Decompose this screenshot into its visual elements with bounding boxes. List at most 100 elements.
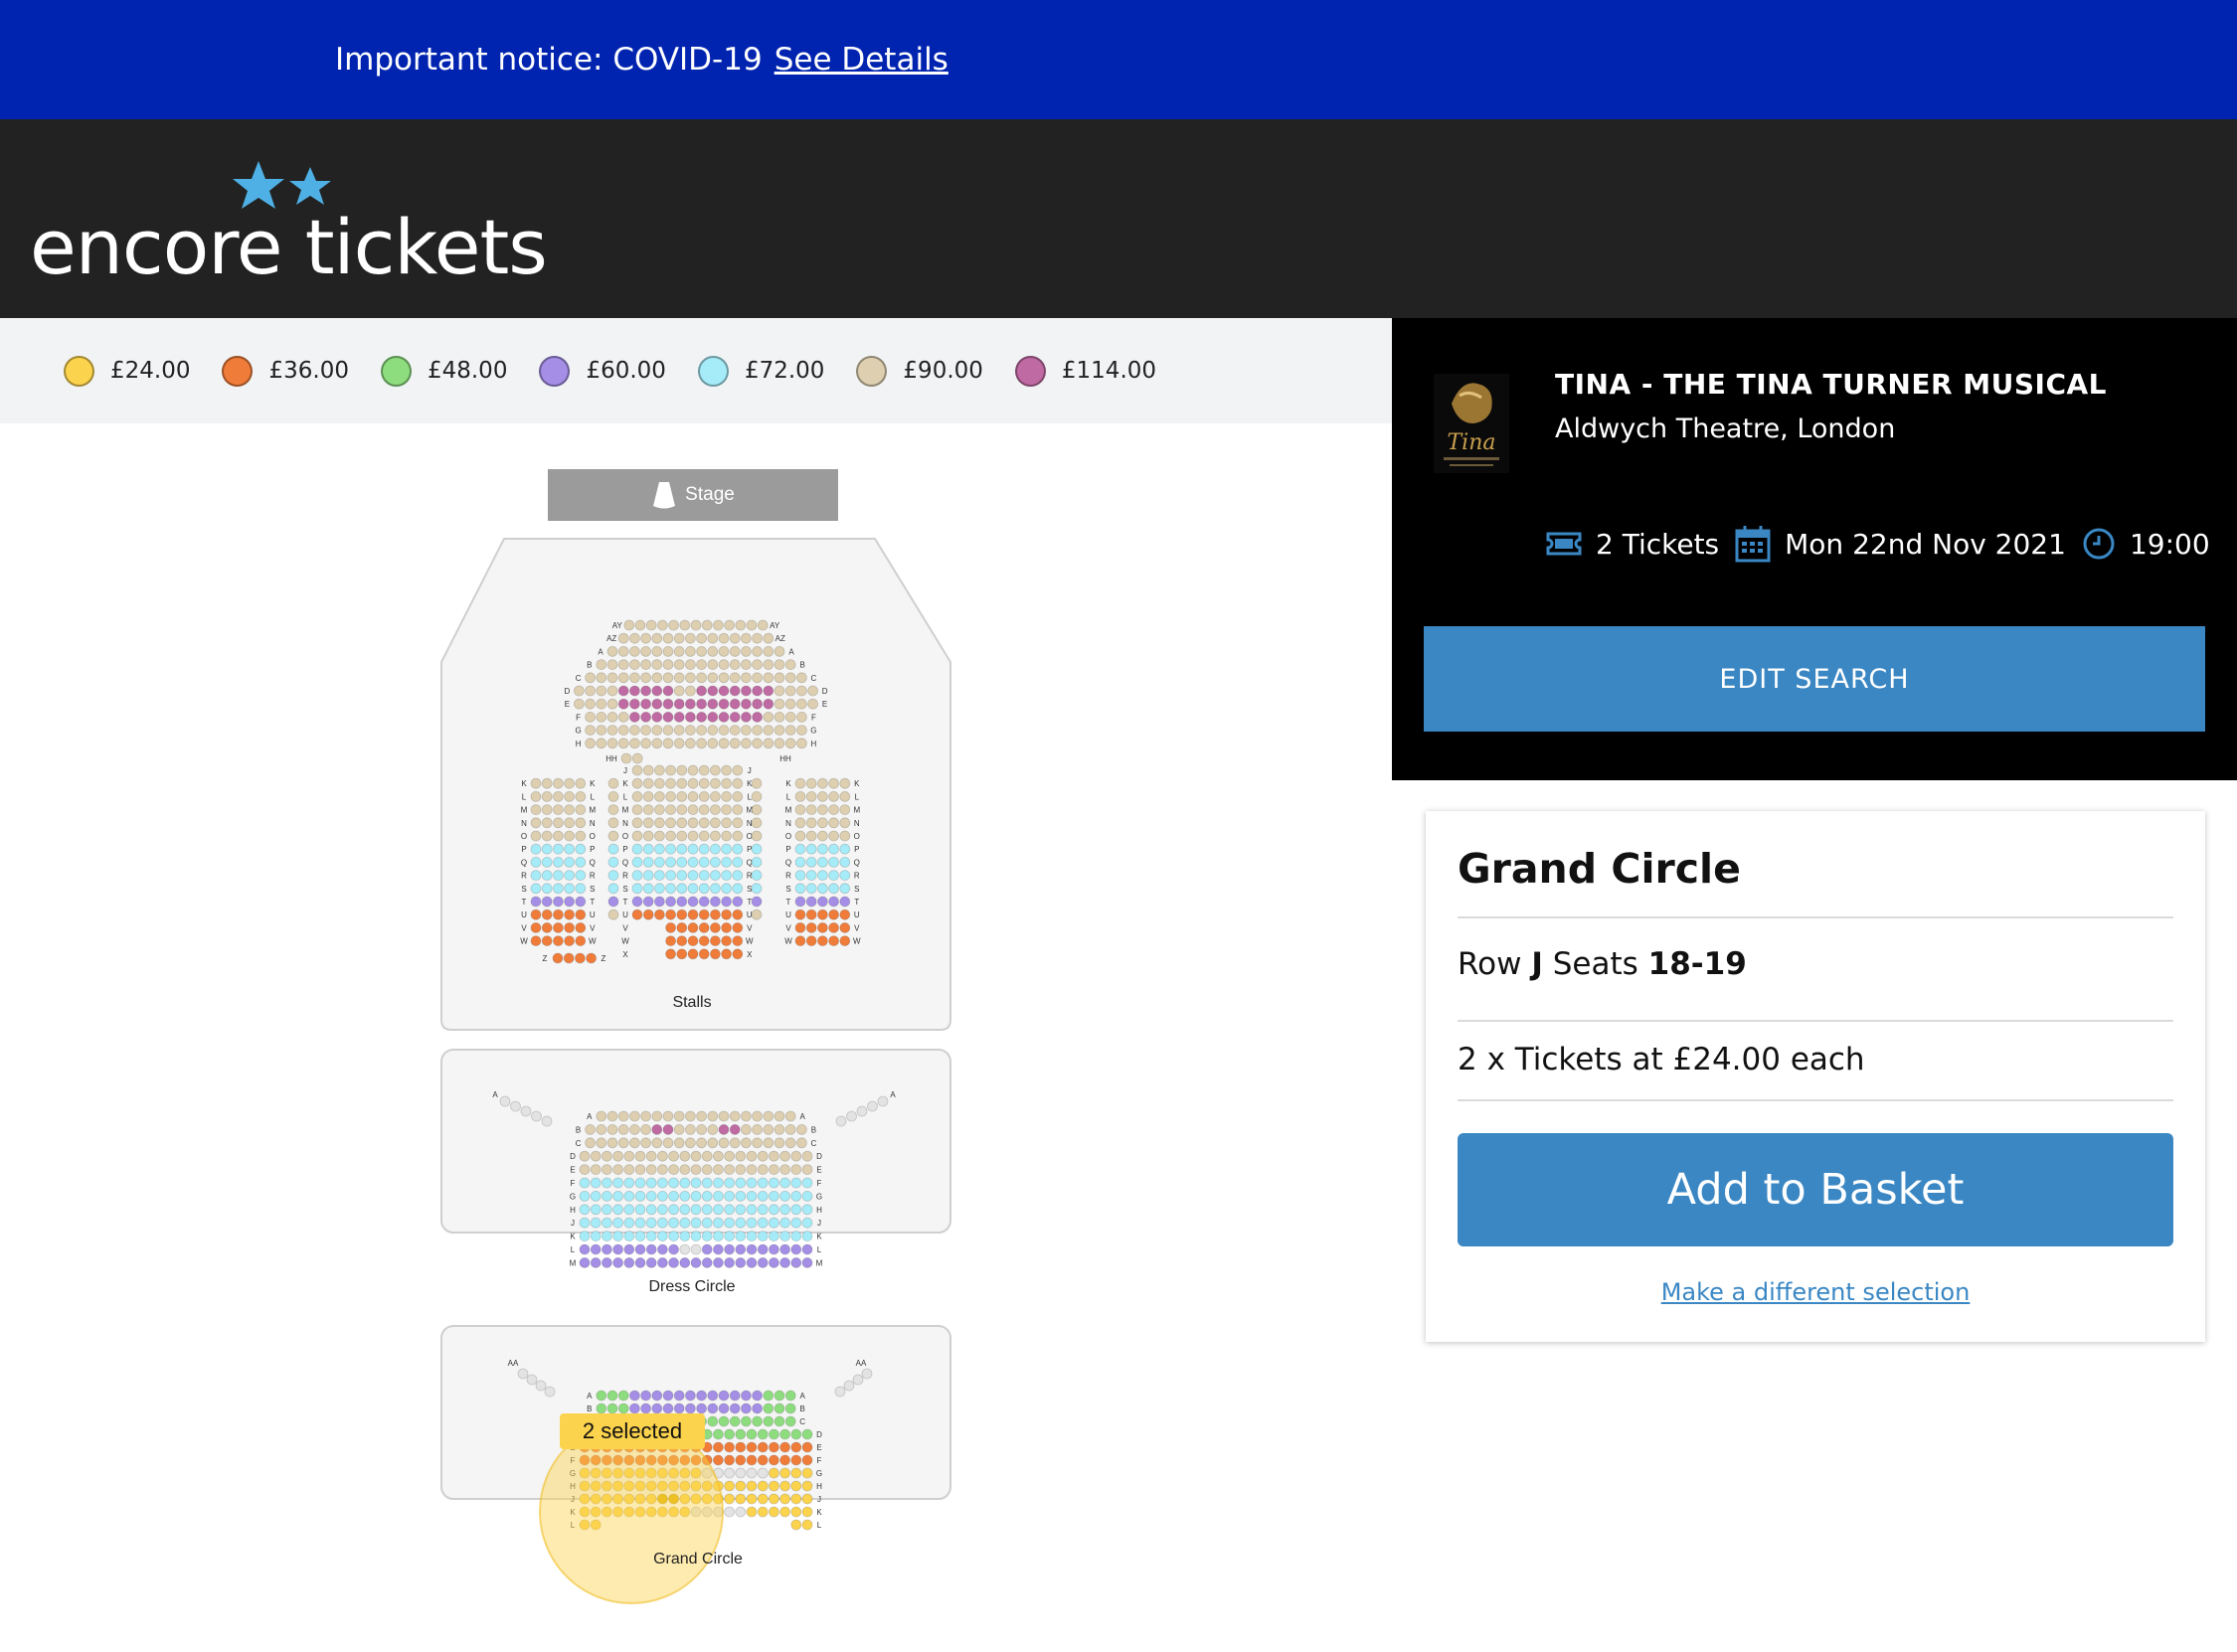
seat — [732, 777, 744, 789]
seat — [631, 817, 643, 829]
seat-map-canvas: AY AYAZ AZA AB BC CD DE EF FG GH HHH HHJ JK KK K K KL LL L… — [440, 538, 951, 1604]
seat — [801, 1243, 813, 1255]
row-label: R — [521, 872, 527, 881]
seat — [757, 1441, 769, 1453]
seat — [607, 896, 619, 908]
seat — [657, 1150, 668, 1162]
row-label: F — [817, 1456, 822, 1465]
seat — [541, 843, 553, 855]
row-label: A — [800, 1112, 806, 1121]
seat — [732, 883, 744, 895]
seat — [687, 909, 699, 920]
seat — [752, 685, 763, 697]
row-label: K — [785, 779, 791, 788]
seat — [763, 1415, 774, 1427]
seat — [718, 738, 730, 749]
add-to-basket-button[interactable]: Add to Basket — [1458, 1133, 2173, 1246]
seat — [774, 698, 785, 710]
seat — [713, 1164, 724, 1175]
row-label: AA — [508, 1359, 519, 1368]
seat — [794, 856, 806, 868]
seat — [729, 645, 741, 657]
seat — [741, 645, 752, 657]
seat — [617, 698, 629, 710]
seat — [834, 1386, 846, 1398]
seat — [645, 1217, 657, 1229]
seat — [721, 777, 732, 789]
seat — [828, 856, 839, 868]
seat — [713, 1217, 724, 1229]
seat — [839, 790, 851, 802]
seat — [732, 948, 744, 960]
seat — [629, 1137, 640, 1149]
seat — [553, 870, 564, 882]
seat — [575, 870, 587, 882]
seat — [721, 843, 732, 855]
seat — [690, 1150, 702, 1162]
seat — [654, 896, 665, 908]
seat — [596, 711, 607, 723]
seat — [590, 1164, 602, 1175]
seat — [631, 896, 643, 908]
seat — [751, 843, 763, 855]
seat — [612, 1150, 623, 1162]
seat — [713, 1177, 724, 1189]
seat — [596, 1403, 607, 1414]
seat — [763, 632, 774, 644]
row-label: O — [854, 832, 860, 841]
seat — [801, 1177, 813, 1189]
seat — [828, 921, 839, 933]
seat — [729, 711, 741, 723]
seat — [769, 1506, 779, 1518]
row-label: U — [622, 910, 628, 919]
seat — [668, 1231, 679, 1241]
seat — [640, 725, 651, 737]
price-swatch-icon — [856, 355, 888, 387]
seat — [696, 725, 707, 737]
seat — [590, 1177, 602, 1189]
seat — [769, 1177, 779, 1189]
seat — [746, 1231, 758, 1241]
seat — [654, 777, 665, 789]
seat — [564, 856, 575, 868]
seat — [784, 672, 796, 684]
different-selection-link[interactable]: Make a different selection — [1426, 1278, 2205, 1306]
seat — [676, 921, 688, 933]
seat — [746, 1217, 758, 1229]
seat — [673, 1137, 685, 1149]
row-label: K — [570, 1233, 576, 1241]
seat — [707, 1137, 719, 1149]
seat — [665, 817, 676, 829]
see-details-link[interactable]: See Details — [774, 42, 948, 78]
seat — [651, 698, 663, 710]
seat — [794, 870, 806, 882]
seat — [607, 790, 619, 802]
seat — [654, 870, 665, 882]
seat — [746, 1177, 758, 1189]
seat — [805, 804, 817, 816]
row-label: K — [622, 779, 628, 788]
seat — [817, 817, 828, 829]
seat — [634, 1204, 646, 1216]
row-label: E — [570, 1166, 575, 1175]
seat — [679, 1177, 691, 1189]
seat — [602, 1164, 612, 1175]
seat — [553, 777, 564, 789]
seat — [499, 1095, 511, 1107]
seat — [732, 921, 744, 933]
edit-search-button[interactable]: EDIT SEARCH — [1424, 626, 2205, 732]
seat — [607, 777, 619, 789]
seat — [707, 1390, 719, 1402]
seat — [796, 1137, 807, 1149]
seat — [596, 1390, 607, 1402]
seat — [530, 804, 542, 816]
row-label: M — [521, 806, 528, 815]
seat — [757, 1493, 769, 1505]
seat — [729, 1403, 741, 1414]
seat — [741, 659, 752, 671]
section-label-grand-circle: Grand Circle — [653, 1551, 743, 1568]
seat — [801, 1467, 813, 1479]
encore-tickets-logo[interactable]: encore tickets — [30, 159, 548, 298]
seat — [631, 883, 643, 895]
seat — [713, 1257, 724, 1268]
